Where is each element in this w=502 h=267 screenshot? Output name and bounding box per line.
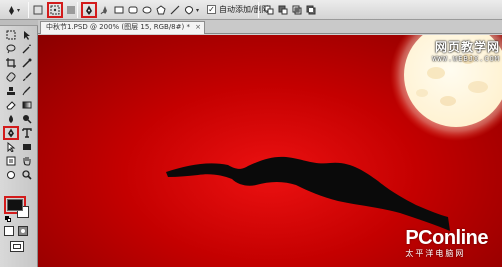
shape-layers-mode-icon[interactable] <box>31 3 45 17</box>
toolbox <box>0 20 38 267</box>
rectangle-shape-icon[interactable] <box>112 3 126 17</box>
document-tab-title: 中秋节1.PSD @ 200% (图层 15, RGB/8#) * <box>46 23 190 31</box>
fill-pixels-mode-icon[interactable] <box>64 3 78 17</box>
tool-preset-dropdown-icon[interactable]: ▾ <box>17 7 20 21</box>
notes-tool-icon[interactable] <box>4 155 18 167</box>
close-tab-icon[interactable]: × <box>195 22 201 33</box>
branch-silhouette <box>166 156 450 231</box>
subtract-from-path-area-icon[interactable] <box>276 3 290 17</box>
watermark-top-title: 网页教学网 <box>434 40 500 54</box>
brush-tool-icon[interactable] <box>20 71 34 83</box>
document-canvas[interactable]: 网页教学网 WWW.WEBJX.COM PConline 太平洋电脑网 <box>38 35 502 267</box>
auto-add-delete-checkbox[interactable]: ✓ <box>207 5 216 14</box>
screen-mode-icon[interactable] <box>10 241 24 252</box>
watermark-brand: PConline <box>405 227 488 249</box>
shape-options-dropdown-icon[interactable]: ▾ <box>196 7 199 21</box>
ellipse-shape-icon[interactable] <box>140 3 154 17</box>
default-colors-icon[interactable] <box>5 216 11 222</box>
line-shape-icon[interactable] <box>168 3 182 17</box>
gradient-tool-icon[interactable] <box>20 99 34 111</box>
tool-preset-pen-icon[interactable] <box>4 3 18 17</box>
dodge-tool-icon[interactable] <box>20 113 34 125</box>
document-tab[interactable]: 中秋节1.PSD @ 200% (图层 15, RGB/8#) * × <box>40 21 205 34</box>
exclude-overlapping-path-areas-icon[interactable] <box>304 3 318 17</box>
document-tab-bar: 中秋节1.PSD @ 200% (图层 15, RGB/8#) * × <box>38 20 502 34</box>
check-mark-icon: ✓ <box>208 5 215 14</box>
eraser-tool-icon[interactable] <box>4 99 18 111</box>
rectangle-tool-icon[interactable] <box>20 141 34 153</box>
watermark-top: 网页教学网 WWW.WEBJX.COM <box>432 38 500 63</box>
clone-stamp-icon[interactable] <box>4 85 18 97</box>
rounded-rectangle-shape-icon[interactable] <box>126 3 140 17</box>
path-selection-icon[interactable] <box>4 141 18 153</box>
foreground-color-swatch[interactable] <box>7 199 23 211</box>
move-tool-icon[interactable] <box>20 29 34 41</box>
standard-mode-icon[interactable] <box>4 226 14 236</box>
add-to-path-area-icon[interactable] <box>262 3 276 17</box>
eyedropper-tool-icon[interactable] <box>20 57 34 69</box>
magic-wand-icon[interactable] <box>20 43 34 55</box>
hand-pan-icon[interactable] <box>4 169 18 181</box>
crop-tool-icon[interactable] <box>4 57 18 69</box>
quick-mask-mode-icon[interactable] <box>18 226 28 236</box>
lasso-tool-icon[interactable] <box>4 43 18 55</box>
options-bar: ▾ ▾ ✓ 自动添加/删除 <box>0 0 502 20</box>
polygon-shape-icon[interactable] <box>154 3 168 17</box>
intersect-path-areas-icon[interactable] <box>290 3 304 17</box>
zoom-tool-icon[interactable] <box>20 169 34 181</box>
pen-tool-button[interactable] <box>81 2 97 18</box>
paths-mode-button[interactable] <box>47 2 63 18</box>
watermark-top-url: WWW.WEBJX.COM <box>432 55 500 63</box>
marquee-tool-icon[interactable] <box>4 29 18 41</box>
history-brush-icon[interactable] <box>20 85 34 97</box>
pen-tool-icon[interactable] <box>3 126 19 140</box>
blur-tool-icon[interactable] <box>4 113 18 125</box>
type-tool-icon[interactable] <box>20 127 34 139</box>
watermark-bottom: PConline 太平洋电脑网 <box>405 227 488 259</box>
toolbox-grip[interactable] <box>0 20 38 26</box>
freeform-pen-icon[interactable] <box>98 3 112 17</box>
healing-brush-icon[interactable] <box>4 71 18 83</box>
custom-shape-icon[interactable] <box>182 3 196 17</box>
hand-tool-icon[interactable] <box>20 155 34 167</box>
